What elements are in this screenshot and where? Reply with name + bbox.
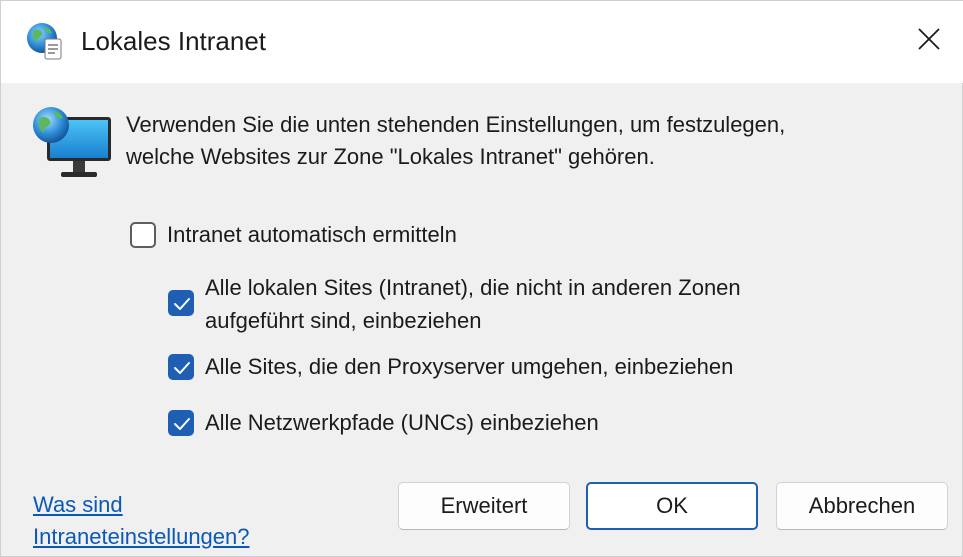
unc-paths-label[interactable]: Alle Netzwerkpfade (UNCs) einbeziehen (205, 407, 599, 439)
description-line-2: welche Websites zur Zone "Lokales Intran… (126, 144, 655, 169)
ok-button[interactable]: OK (586, 482, 758, 530)
globe-monitor-icon (29, 103, 115, 189)
intranet-settings-help-link[interactable]: Was sind Intraneteinstellungen? (33, 489, 250, 553)
close-icon (917, 27, 941, 56)
title-bar: Lokales Intranet (1, 1, 963, 83)
close-button[interactable] (905, 17, 953, 65)
window-title: Lokales Intranet (81, 26, 267, 56)
auto-detect-checkbox[interactable] (130, 222, 156, 248)
local-sites-label-line-2[interactable]: aufgeführt sind, einbeziehen (205, 305, 481, 337)
cancel-button[interactable]: Abbrechen (776, 482, 948, 530)
description-text: Verwenden Sie die unten stehenden Einste… (126, 109, 785, 173)
proxy-bypass-checkbox[interactable] (168, 354, 194, 380)
auto-detect-label[interactable]: Intranet automatisch ermitteln (167, 219, 457, 251)
local-sites-label-line-1[interactable]: Alle lokalen Sites (Intranet), die nicht… (205, 272, 741, 304)
help-link-line-2[interactable]: Intraneteinstellungen? (33, 521, 250, 553)
proxy-bypass-label[interactable]: Alle Sites, die den Proxyserver umgehen,… (205, 351, 733, 383)
local-sites-checkbox[interactable] (168, 290, 194, 316)
globe-document-icon (25, 21, 65, 61)
description-line-1: Verwenden Sie die unten stehenden Einste… (126, 112, 786, 137)
unc-paths-checkbox[interactable] (168, 410, 194, 436)
help-link-line-1[interactable]: Was sind (33, 489, 250, 521)
intranet-dialog: Lokales Intranet Verwenden Sie die unten… (0, 0, 963, 557)
advanced-button[interactable]: Erweitert (398, 482, 570, 530)
